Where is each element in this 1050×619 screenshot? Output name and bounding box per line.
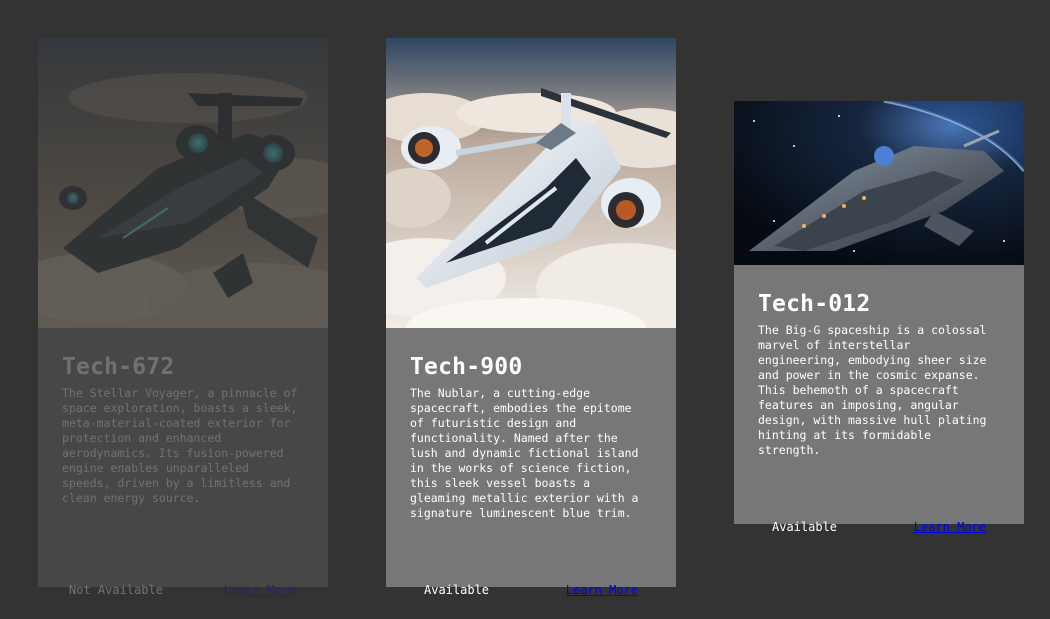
card-description: The Nublar, a cutting-edge spacecraft, e…: [410, 386, 639, 520]
learn-more-link[interactable]: Learn More: [566, 583, 638, 597]
card-footer: Not Available Learn More: [38, 583, 328, 599]
card-body: Tech-900 The Nublar, a cutting-edge spac…: [386, 328, 676, 613]
card-title: Tech-012: [758, 291, 871, 317]
card-title: Tech-900: [410, 354, 523, 380]
product-card-tech-012: Tech-012 The Big-G spaceship is a coloss…: [734, 101, 1024, 534]
card-footer: Available Learn More: [386, 583, 676, 599]
availability-status: Available: [772, 520, 838, 534]
card-body: Tech-012 The Big-G spaceship is a coloss…: [734, 265, 1024, 550]
spaceship-image: [734, 101, 1024, 265]
spaceship-image: [38, 38, 328, 328]
spaceship-image: [386, 38, 676, 328]
learn-more-link[interactable]: Learn More: [224, 583, 296, 597]
card-description: The Stellar Voyager, a pinnacle of space…: [62, 386, 298, 505]
learn-more-link[interactable]: Learn More: [914, 520, 986, 534]
card-footer: Available Learn More: [734, 520, 1024, 536]
product-card-tech-672: Tech-672 The Stellar Voyager, a pinnacle…: [38, 38, 328, 597]
availability-status: Available: [424, 583, 490, 597]
product-card-tech-900: Tech-900 The Nublar, a cutting-edge spac…: [386, 38, 676, 597]
card-title: Tech-672: [62, 354, 175, 380]
card-body: Tech-672 The Stellar Voyager, a pinnacle…: [38, 328, 328, 613]
card-description: The Big-G spaceship is a colossal marvel…: [758, 323, 987, 457]
availability-status: Not Available: [69, 583, 163, 597]
